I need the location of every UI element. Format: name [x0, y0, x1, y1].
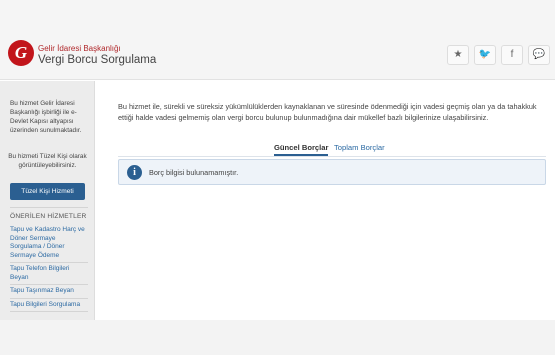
recommended-services-list: Tapu ve Kadastro Harç ve Döner Sermaye S… [10, 224, 88, 312]
tab-total-debts[interactable]: Toplam Borçlar [334, 143, 385, 152]
recommended-service-link[interactable]: Tapu Taşınmaz Beyan [10, 285, 88, 299]
sidebar-divider [10, 207, 88, 208]
page-title: Vergi Borcu Sorgulama [38, 54, 157, 66]
info-alert: i Borç bilgisi bulunamamıştır. [118, 159, 546, 185]
corporate-service-button[interactable]: Tüzel Kişi Hizmeti [10, 183, 85, 200]
page-header: G Gelir İdaresi Başkanlığı Vergi Borcu S… [0, 0, 555, 80]
facebook-icon[interactable]: f [501, 45, 523, 65]
sidebar: Bu hizmet Gelir İdaresi Başkanlığı işbir… [0, 81, 95, 320]
gib-logo-icon[interactable]: G [8, 40, 34, 66]
recommended-services-heading: ÖNERİLEN HİZMETLER [10, 213, 87, 220]
star-icon[interactable]: ★ [447, 45, 469, 65]
recommended-service-link[interactable]: Tapu Bilgileri Sorgulama [10, 299, 88, 312]
twitter-icon[interactable]: 🐦 [474, 45, 496, 65]
info-icon: i [127, 165, 142, 180]
organization-name[interactable]: Gelir İdaresi Başkanlığı [38, 44, 121, 53]
service-description: Bu hizmet ile, sürekli ve süreksiz yüküm… [118, 102, 537, 122]
recommended-service-link[interactable]: Tapu ve Kadastro Harç ve Döner Sermaye S… [10, 224, 88, 263]
chat-icon[interactable]: 💬 [528, 45, 550, 65]
corporate-info-text: Bu hizmeti Tüzel Kişi olarak görüntüleye… [8, 153, 87, 169]
tab-current-debts[interactable]: Güncel Borçlar [274, 143, 329, 156]
tabs-divider [118, 156, 546, 157]
footer-strip [0, 320, 555, 355]
alert-message: Borç bilgisi bulunamamıştır. [149, 168, 239, 177]
recommended-service-link[interactable]: Tapu Telefon Bilgileri Beyan [10, 263, 88, 285]
service-info-text: Bu hizmet Gelir İdaresi Başkanlığı işbir… [10, 100, 82, 134]
